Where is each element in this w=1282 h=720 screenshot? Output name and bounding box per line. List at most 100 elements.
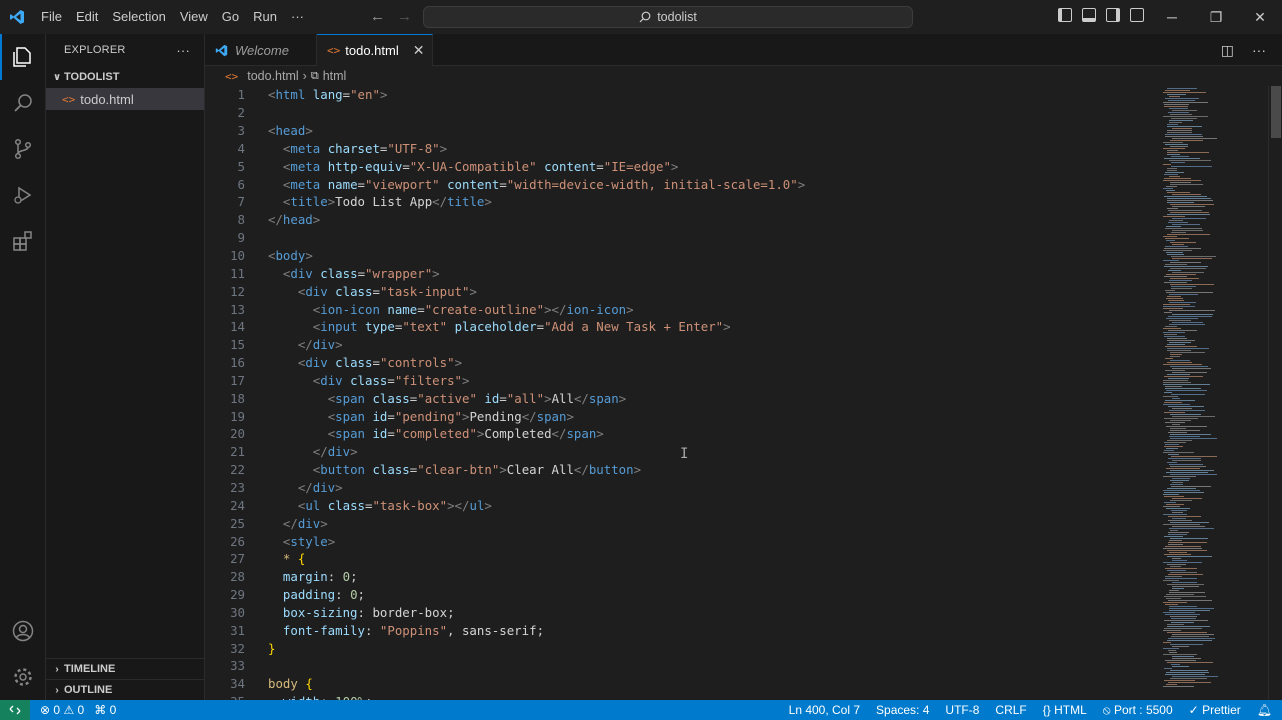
minimap-line bbox=[1163, 328, 1181, 329]
code-line[interactable]: 10 <body> bbox=[205, 247, 1155, 265]
code-line[interactable]: 11 <div class="wrapper"> bbox=[205, 264, 1155, 282]
indentation[interactable]: Spaces: 4 bbox=[876, 703, 929, 717]
code-line[interactable]: 5 <meta http-equiv="X-UA-Compatible" con… bbox=[205, 157, 1155, 175]
code-line[interactable]: 3 <head> bbox=[205, 122, 1155, 140]
live-server-port[interactable]: ⦸ Port : 5500 bbox=[1103, 703, 1173, 718]
run-debug-icon[interactable] bbox=[0, 172, 46, 218]
code-line[interactable]: 8 </head> bbox=[205, 211, 1155, 229]
timeline-section[interactable]: › TIMELINE bbox=[46, 658, 205, 679]
minimize-icon[interactable]: ─ bbox=[1150, 0, 1194, 34]
file-item-todo-html[interactable]: <> todo.html bbox=[46, 88, 204, 110]
minimap[interactable] bbox=[1155, 86, 1268, 700]
code-line[interactable]: 2 bbox=[205, 104, 1155, 122]
minimap-line bbox=[1170, 278, 1199, 279]
toggle-panel-icon[interactable] bbox=[1082, 8, 1096, 22]
toggle-sidebar-icon[interactable] bbox=[1058, 8, 1072, 22]
extensions-icon[interactable] bbox=[0, 218, 46, 264]
code-line[interactable]: 15 </div> bbox=[205, 336, 1155, 354]
code-line[interactable]: 20 <span id="completed">Completed</span> bbox=[205, 425, 1155, 443]
minimap-line bbox=[1168, 300, 1184, 301]
split-editor-icon[interactable]: ◫ bbox=[1221, 42, 1234, 59]
tab-todo-html[interactable]: <> todo.html ✕ bbox=[317, 34, 433, 66]
forward-arrow-icon[interactable]: → bbox=[397, 8, 412, 25]
breadcrumb-file[interactable]: todo.html bbox=[247, 69, 298, 83]
minimap-line bbox=[1172, 482, 1183, 483]
minimap-line bbox=[1164, 106, 1188, 107]
source-control-icon[interactable] bbox=[0, 126, 46, 172]
minimap-line bbox=[1172, 586, 1199, 587]
minimap-line bbox=[1167, 202, 1194, 203]
code-line[interactable]: 31 font-family: "Poppins", sans-serif; bbox=[205, 621, 1155, 639]
code-line[interactable]: 32} bbox=[205, 639, 1155, 657]
code-line[interactable]: 4 <meta charset="UTF-8"> bbox=[205, 140, 1155, 158]
outline-section[interactable]: › OUTLINE bbox=[46, 679, 205, 700]
code-line[interactable]: 13 <ion-icon name="create-outline"></ion… bbox=[205, 300, 1155, 318]
search-sidebar-icon[interactable] bbox=[0, 80, 46, 126]
back-arrow-icon[interactable]: ← bbox=[370, 8, 385, 25]
code-line[interactable]: 9 bbox=[205, 229, 1155, 247]
code-line[interactable]: 35 width: 100%; bbox=[205, 693, 1155, 700]
tab-welcome[interactable]: Welcome bbox=[205, 34, 317, 66]
code-line[interactable]: 7 <title>Todo List App</title> bbox=[205, 193, 1155, 211]
line-content: body { bbox=[268, 676, 313, 692]
code-line[interactable]: 33 bbox=[205, 657, 1155, 675]
menu-view[interactable]: View bbox=[173, 0, 215, 34]
code-line[interactable]: 24 <ul class="task-box"></ul> bbox=[205, 496, 1155, 514]
ports-indicator[interactable]: ⌘ 0 bbox=[94, 703, 116, 717]
minimap-line bbox=[1170, 428, 1186, 429]
minimap-line bbox=[1165, 90, 1190, 91]
code-line[interactable]: 29 padding: 0; bbox=[205, 586, 1155, 604]
minimap-line bbox=[1168, 316, 1212, 317]
breadcrumb-symbol[interactable]: html bbox=[323, 69, 347, 83]
line-number: 20 bbox=[230, 426, 245, 442]
menu-selection[interactable]: Selection bbox=[105, 0, 172, 34]
menu-run[interactable]: Run bbox=[246, 0, 284, 34]
explorer-icon[interactable] bbox=[0, 34, 46, 80]
code-line[interactable]: 23 </div> bbox=[205, 479, 1155, 497]
code-line[interactable]: 26 <style> bbox=[205, 532, 1155, 550]
manage-gear-icon[interactable] bbox=[0, 654, 46, 700]
explorer-more-actions[interactable]: ··· bbox=[176, 43, 190, 58]
code-line[interactable]: 28 margin: 0; bbox=[205, 568, 1155, 586]
code-line[interactable]: 34 body { bbox=[205, 675, 1155, 693]
minimap-line bbox=[1165, 444, 1179, 445]
accounts-icon[interactable] bbox=[0, 608, 46, 654]
prettier-status[interactable]: ✓ Prettier bbox=[1189, 703, 1241, 717]
problems-indicator[interactable]: ⊗ 0 ⚠ 0 bbox=[40, 703, 84, 717]
folder-todolist[interactable]: ∨ TODOLIST bbox=[46, 66, 204, 88]
code-line[interactable]: 1 <html lang="en"> bbox=[205, 86, 1155, 104]
code-line[interactable]: 6 <meta name="viewport" content="width=d… bbox=[205, 175, 1155, 193]
close-tab-icon[interactable]: ✕ bbox=[413, 42, 425, 59]
code-line[interactable]: 18 <span class="active" id="all">All</sp… bbox=[205, 389, 1155, 407]
vertical-scrollbar[interactable] bbox=[1268, 86, 1282, 700]
code-line[interactable]: 19 <span id="pending">Pending</span> bbox=[205, 407, 1155, 425]
encoding[interactable]: UTF-8 bbox=[945, 703, 979, 717]
code-line[interactable]: 17 <div class="filters"> bbox=[205, 372, 1155, 390]
language-mode[interactable]: {} HTML bbox=[1043, 703, 1087, 717]
code-line[interactable]: 25 </div> bbox=[205, 514, 1155, 532]
line-ending[interactable]: CRLF bbox=[995, 703, 1026, 717]
code-line[interactable]: 27 * { bbox=[205, 550, 1155, 568]
customize-layout-icon[interactable] bbox=[1130, 8, 1144, 22]
menu-go[interactable]: Go bbox=[215, 0, 246, 34]
more-actions-icon[interactable]: ··· bbox=[1252, 42, 1266, 59]
line-number: 1 bbox=[237, 87, 245, 103]
code-line[interactable]: 30 box-sizing: border-box; bbox=[205, 603, 1155, 621]
code-line[interactable]: 14 <input type="text" placeholder="Add a… bbox=[205, 318, 1155, 336]
command-center-search[interactable]: todolist bbox=[423, 6, 913, 28]
scrollbar-thumb[interactable] bbox=[1271, 86, 1281, 138]
cursor-position[interactable]: Ln 400, Col 7 bbox=[789, 703, 860, 717]
close-window-icon[interactable]: ✕ bbox=[1238, 0, 1282, 34]
menu-more[interactable]: ··· bbox=[284, 0, 311, 34]
menu-edit[interactable]: Edit bbox=[69, 0, 105, 34]
code-editor[interactable]: 1 <html lang="en"> 2 3 <head> 4 <meta charset… bbox=[205, 86, 1155, 700]
toggle-secondary-sidebar-icon[interactable] bbox=[1106, 8, 1120, 22]
menu-file[interactable]: File bbox=[34, 0, 69, 34]
code-line[interactable]: 12 <div class="task-input"> bbox=[205, 282, 1155, 300]
restore-icon[interactable]: ❐ bbox=[1194, 0, 1238, 34]
notifications-bell-icon[interactable]: 🔔︎ bbox=[1257, 703, 1272, 717]
minimap-line bbox=[1163, 514, 1187, 515]
code-line[interactable]: 22 <button class="clear-btn">Clear All</… bbox=[205, 461, 1155, 479]
remote-indicator-icon[interactable] bbox=[0, 700, 30, 720]
code-line[interactable]: 16 <div class="controls"> bbox=[205, 354, 1155, 372]
